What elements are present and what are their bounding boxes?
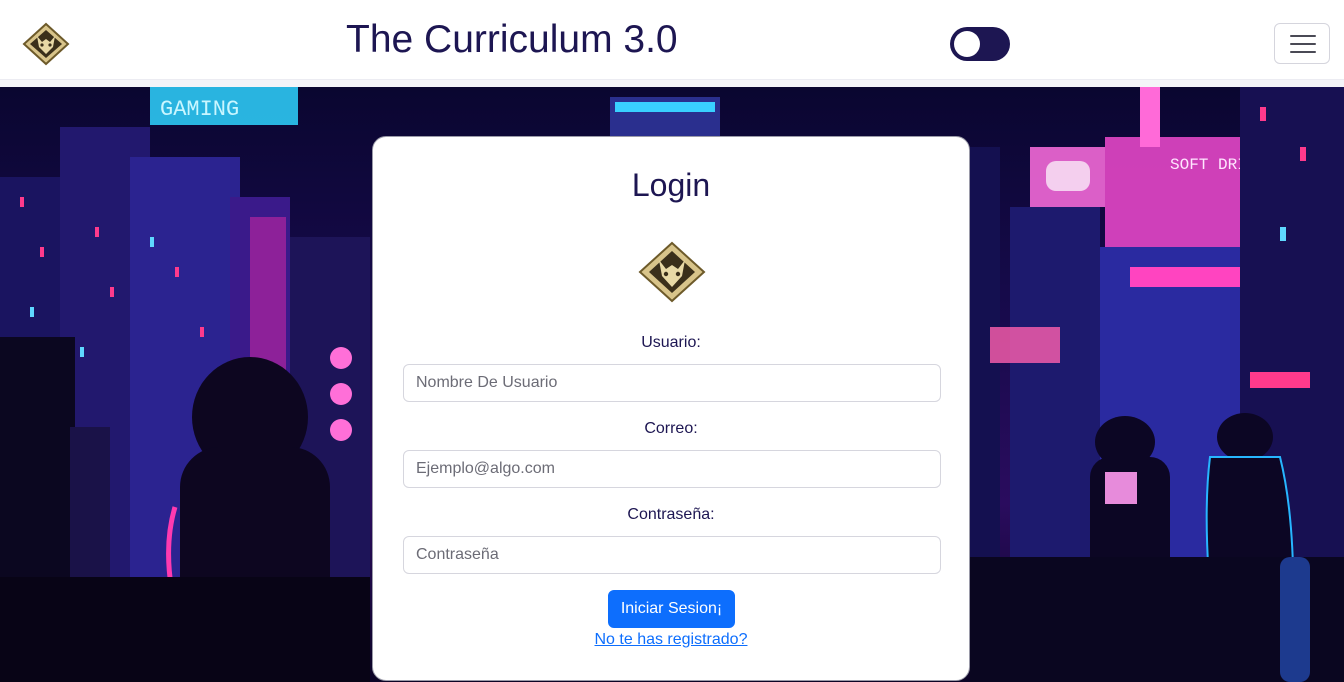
menu-button[interactable] [1274,23,1330,64]
login-card: Login Usuario: Correo: Contraseña: Inici… [372,136,970,681]
toggle-knob [954,31,980,57]
email-label: Correo: [644,420,698,437]
email-input[interactable] [403,450,941,488]
register-link-container: No te has registrado? [373,630,969,650]
navbar-divider [0,80,1344,87]
app-title: The Curriculum 3.0 [346,18,678,61]
username-input[interactable] [403,364,941,402]
username-label: Usuario: [641,334,701,351]
theme-toggle[interactable] [950,27,1010,61]
sign-gaming: GAMING [160,97,239,122]
hamburger-icon [1290,35,1316,37]
navbar: The Curriculum 3.0 [0,0,1344,80]
wolf-emblem-icon[interactable] [22,22,70,66]
login-button[interactable]: Iniciar Sesion¡ [608,590,735,628]
password-input[interactable] [403,536,941,574]
password-label: Contraseña: [627,506,715,523]
wolf-emblem-icon [638,241,706,303]
login-title: Login [631,167,711,203]
register-link[interactable]: No te has registrado? [595,631,748,648]
